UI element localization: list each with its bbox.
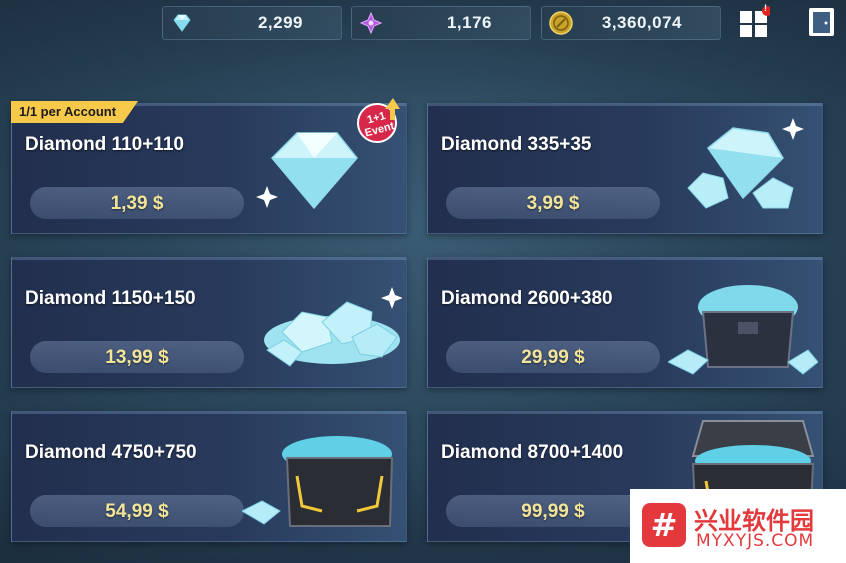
exit-button[interactable] [806,6,838,38]
product-title: Diamond 4750+750 [25,442,197,463]
watermark-logo: # [642,503,686,547]
price-button[interactable]: 99,99 $ [446,495,660,527]
diamond-pile-small-icon [687,118,804,209]
menu-button[interactable]: ! [738,3,772,38]
diamond-icon [173,14,191,32]
price-button[interactable]: 13,99 $ [30,341,244,373]
purple-crystal-icon [359,11,383,35]
product-price: 99,99 $ [521,501,585,522]
watermark: # 兴业软件园 MYXYJS.COM [630,489,846,563]
diamond-currency-display: 2,299 [162,6,342,40]
price-button[interactable]: 3,99 $ [446,187,660,219]
product-price: 1,39 $ [110,193,164,214]
limit-tag-label: 1/1 per Account [19,104,117,119]
price-button[interactable]: 54,99 $ [30,495,244,527]
gold-coin-icon [549,11,573,35]
notification-badge: ! [764,3,767,13]
exit-door-icon [809,8,834,36]
product-price: 13,99 $ [105,347,169,368]
crystal-amount: 1,176 [446,13,492,32]
watermark-url: MYXYJS.COM [696,531,815,551]
gold-currency-display: 3,360,074 [541,6,721,40]
product-card-diamond-1150[interactable]: Diamond 1150+150 13,99 $ [11,257,407,388]
crystal-currency-display: 1,176 [351,6,531,40]
product-title: Diamond 8700+1400 [441,442,624,463]
diamond-chest-icon [668,285,818,375]
gold-amount: 3,360,074 [601,13,682,32]
product-title: Diamond 110+110 [25,134,184,155]
product-card-diamond-2600[interactable]: Diamond 2600+380 29,99 $ [427,257,823,388]
product-title: Diamond 1150+150 [25,288,196,309]
product-card-diamond-4750[interactable]: Diamond 4750+750 54,99 $ [11,411,407,542]
limit-tag: 1/1 per Account [11,101,139,123]
diamond-pile-icon [264,287,402,367]
price-button[interactable]: 1,39 $ [30,187,244,219]
diamond-case-icon [242,436,394,527]
product-price: 29,99 $ [521,347,585,368]
product-title: Diamond 2600+380 [441,288,613,309]
product-price: 54,99 $ [105,501,169,522]
product-price: 3,99 $ [526,193,580,214]
price-button[interactable]: 29,99 $ [446,341,660,373]
product-title: Diamond 335+35 [441,134,592,155]
diamond-amount: 2,299 [257,13,303,32]
product-card-diamond-335[interactable]: Diamond 335+35 3,99 $ [427,103,823,234]
